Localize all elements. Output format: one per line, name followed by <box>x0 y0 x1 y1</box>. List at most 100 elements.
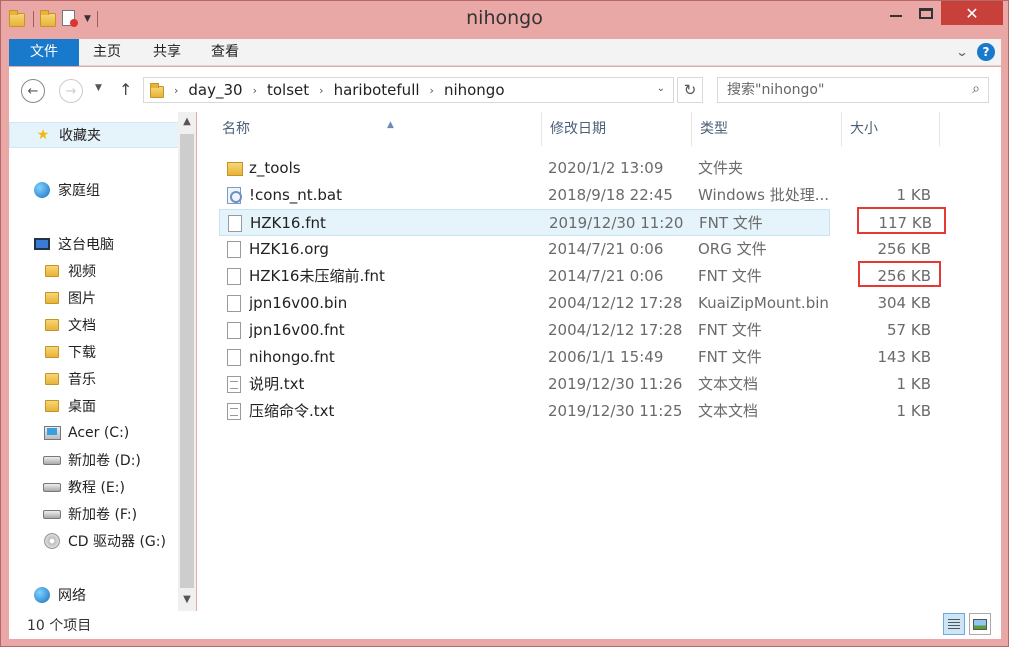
search-input[interactable] <box>718 78 948 102</box>
large-icons-view-button[interactable] <box>969 613 991 635</box>
column-header-name[interactable]: 名称 ▲ <box>214 112 542 146</box>
nav-downloads[interactable]: 下载 <box>43 339 96 365</box>
breadcrumb-nihongo[interactable]: nihongo <box>444 81 505 99</box>
file-icon <box>227 349 241 366</box>
file-row[interactable]: HZK16未压缩前.fnt 2014/7/21 0:06 FNT 文件 256 … <box>219 263 931 290</box>
back-button[interactable]: ← <box>21 79 45 103</box>
refresh-icon: ↻ <box>683 81 697 99</box>
drive-icon <box>43 479 61 495</box>
file-list: 名称 ▲ 修改日期 类型 大小 z_tools 2020/1/2 13:09 文… <box>197 112 1001 611</box>
scroll-up-chevron-icon[interactable]: ▲ <box>178 112 196 132</box>
nav-this-pc[interactable]: 这台电脑 <box>33 231 114 257</box>
drive-icon <box>43 452 61 468</box>
homegroup-icon <box>33 182 51 198</box>
text-file-icon <box>227 376 241 393</box>
column-header-size[interactable]: 大小 <box>842 112 940 146</box>
large-icons-view-icon <box>973 618 987 630</box>
item-count: 10 个项目 <box>27 618 92 634</box>
arrow-right-icon: → <box>65 83 77 99</box>
breadcrumb-separator-icon[interactable]: › <box>253 84 257 97</box>
search-icon[interactable]: ⌕ <box>972 81 980 97</box>
folder-icon <box>43 344 61 360</box>
nav-drive-g[interactable]: CD 驱动器 (G:) <box>43 528 166 554</box>
nav-favorites[interactable]: ★ 收藏夹 <box>9 122 179 148</box>
close-icon: ✕ <box>965 3 979 23</box>
star-icon: ★ <box>36 127 50 143</box>
file-icon <box>227 268 241 285</box>
address-bar[interactable]: › day_30 › tolset › haribotefull › nihon… <box>143 77 674 103</box>
search-box[interactable]: ⌕ <box>717 77 989 103</box>
window-title: nihongo <box>466 7 543 29</box>
file-row[interactable]: 说明.txt 2019/12/30 11:26 文本文档 1 KB <box>219 371 931 398</box>
file-icon <box>227 322 241 339</box>
scroll-down-chevron-icon[interactable]: ▼ <box>178 590 196 610</box>
tab-home[interactable]: 主页 <box>79 39 135 66</box>
file-row[interactable]: jpn16v00.bin 2004/12/12 17:28 KuaiZipMou… <box>219 290 931 317</box>
file-row[interactable]: nihongo.fnt 2006/1/1 15:49 FNT 文件 143 KB <box>219 344 931 371</box>
file-row[interactable]: !cons_nt.bat 2018/9/18 22:45 Windows 批处理… <box>219 182 931 209</box>
cd-drive-icon <box>43 533 61 549</box>
nav-videos[interactable]: 视频 <box>43 258 96 284</box>
file-row-selected[interactable]: HZK16.fnt 2019/12/30 11:20 FNT 文件 117 KB <box>219 209 932 236</box>
nav-pictures[interactable]: 图片 <box>43 285 96 311</box>
help-icon[interactable]: ? <box>977 43 995 61</box>
sort-ascending-icon: ▲ <box>387 120 394 130</box>
recent-locations-chevron-icon[interactable]: ▼ <box>95 83 102 93</box>
folder-icon <box>43 290 61 306</box>
nav-drive-d[interactable]: 新加卷 (D:) <box>43 447 141 473</box>
details-view-button[interactable] <box>943 613 965 635</box>
forward-button[interactable]: → <box>59 79 83 103</box>
close-button[interactable]: ✕ <box>941 1 1003 25</box>
file-row[interactable]: z_tools 2020/1/2 13:09 文件夹 <box>219 155 830 182</box>
folder-icon <box>43 317 61 333</box>
address-history-chevron-icon[interactable]: ⌄ <box>657 83 665 94</box>
computer-icon <box>33 236 51 252</box>
file-row[interactable]: 压缩命令.txt 2019/12/30 11:25 文本文档 1 KB <box>219 398 931 425</box>
navigation-pane: ★ 收藏夹 家庭组 这台电脑 视频 图片 文档 下载 音乐 桌面 Acer (C… <box>9 112 196 611</box>
breadcrumb-day30[interactable]: day_30 <box>188 81 242 99</box>
refresh-button[interactable]: ↻ <box>677 77 703 103</box>
drive-icon <box>43 506 61 522</box>
annotation-highlight-box <box>858 261 941 287</box>
file-row[interactable]: jpn16v00.fnt 2004/12/12 17:28 FNT 文件 57 … <box>219 317 931 344</box>
ribbon-tabs: 文件 主页 共享 查看 ⌄ ? <box>9 39 1001 66</box>
file-icon <box>227 241 241 258</box>
up-arrow-icon[interactable]: ↑ <box>119 80 132 99</box>
explorer-window: ▼ nihongo ✕ 文件 主页 共享 查看 ⌄ ? ← → ▼ ↑ › da… <box>0 0 1009 647</box>
arrow-left-icon: ← <box>27 83 39 99</box>
file-row[interactable]: HZK16.org 2014/7/21 0:06 ORG 文件 256 KB <box>219 236 931 263</box>
status-bar: 10 个项目 <box>9 611 1001 639</box>
nav-drive-f[interactable]: 新加卷 (F:) <box>43 501 137 527</box>
tab-view[interactable]: 查看 <box>197 39 253 66</box>
folder-icon <box>43 371 61 387</box>
file-icon <box>228 215 242 232</box>
column-header-date[interactable]: 修改日期 <box>542 112 692 146</box>
breadcrumb-separator-icon[interactable]: › <box>430 84 434 97</box>
nav-documents[interactable]: 文档 <box>43 312 96 338</box>
folder-icon <box>43 398 61 414</box>
nav-homegroup[interactable]: 家庭组 <box>33 177 100 203</box>
breadcrumb-tolset[interactable]: tolset <box>267 81 309 99</box>
minimize-button[interactable] <box>881 1 911 25</box>
annotation-highlight-box <box>857 207 946 234</box>
breadcrumb-separator-icon[interactable]: › <box>319 84 323 97</box>
expand-ribbon-chevron-icon[interactable]: ⌄ <box>955 45 968 59</box>
title-bar: ▼ nihongo ✕ <box>1 1 1008 37</box>
batch-file-icon <box>227 187 242 204</box>
nav-desktop[interactable]: 桌面 <box>43 393 96 419</box>
navigation-pane-scrollbar[interactable]: ▲ ▼ <box>178 112 196 611</box>
column-header-type[interactable]: 类型 <box>692 112 842 146</box>
breadcrumb-separator-icon[interactable]: › <box>174 84 178 97</box>
folder-icon <box>227 162 243 176</box>
breadcrumb-haribotefull[interactable]: haribotefull <box>334 81 420 99</box>
nav-drive-e[interactable]: 教程 (E:) <box>43 474 125 500</box>
tab-file[interactable]: 文件 <box>9 39 79 66</box>
maximize-button[interactable] <box>911 1 941 25</box>
nav-drive-c[interactable]: Acer (C:) <box>43 420 129 446</box>
nav-music[interactable]: 音乐 <box>43 366 96 392</box>
nav-network[interactable]: 网络 <box>33 582 86 608</box>
tab-share[interactable]: 共享 <box>139 39 195 66</box>
file-icon <box>227 295 241 312</box>
network-icon <box>33 587 51 603</box>
scrollbar-thumb[interactable] <box>180 134 194 588</box>
